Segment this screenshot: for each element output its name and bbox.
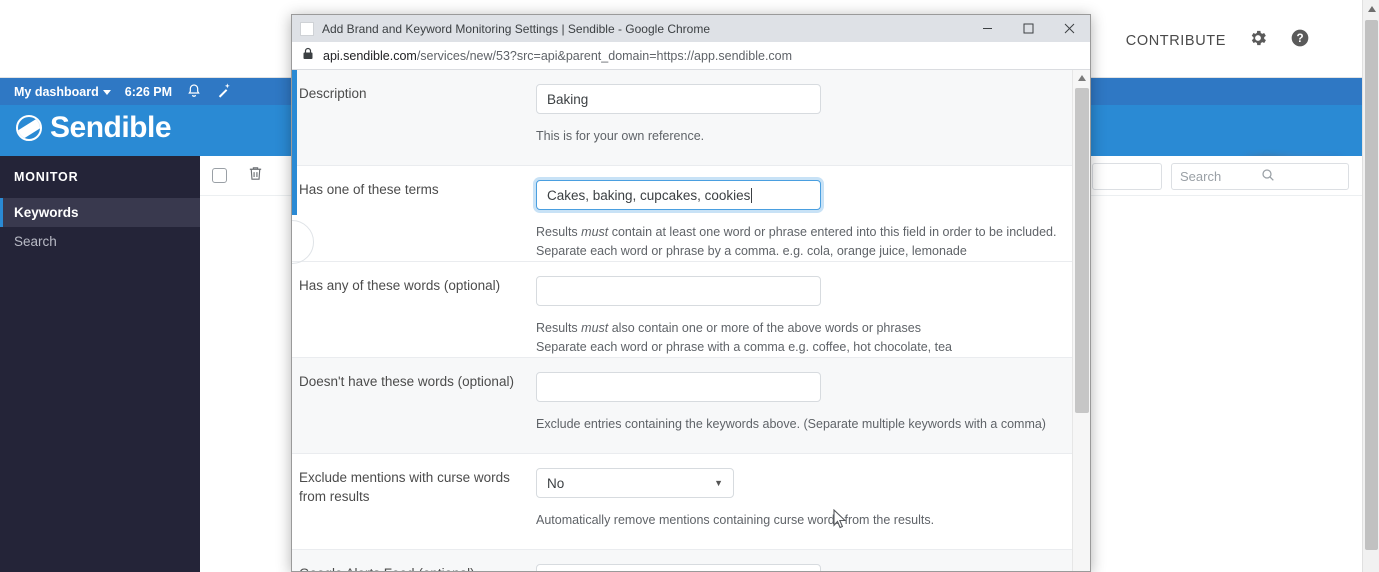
chrome-url-bar[interactable]: api.sendible.com/services/new/53?src=api… xyxy=(292,42,1090,70)
field-control-group: Exclude entries containing the keywords … xyxy=(536,372,1072,434)
url-text: api.sendible.com/services/new/53?src=api… xyxy=(323,49,792,63)
help-line: Results must also contain one or more of… xyxy=(536,321,921,335)
input-value: Baking xyxy=(547,91,589,107)
chevron-down-icon xyxy=(102,90,111,96)
form-row: Exclude mentions with curse words from r… xyxy=(292,454,1072,550)
search-input-placeholder: Search xyxy=(1180,169,1222,184)
field-control-group: Cakes, baking, cupcakes, cookies Results… xyxy=(536,180,1072,261)
sidebar-item-label: Keywords xyxy=(14,205,79,220)
help-circle-icon[interactable]: ? xyxy=(1290,28,1310,53)
form-row: Has any of these words (optional) Result… xyxy=(292,262,1072,358)
mouse-cursor xyxy=(833,508,847,534)
field-help-text: Exclude entries containing the keywords … xyxy=(536,417,1046,431)
exclude-curse-words-select[interactable]: No ▼ xyxy=(536,468,734,498)
gear-icon[interactable] xyxy=(1248,28,1268,53)
form-row: Google Alerts Feed (optional) Enhance yo… xyxy=(292,550,1072,571)
scroll-up-arrow-icon[interactable] xyxy=(1073,70,1090,86)
magic-wand-icon[interactable] xyxy=(216,82,233,102)
form-row: Doesn't have these words (optional) Excl… xyxy=(292,358,1072,454)
url-domain: api.sendible.com xyxy=(323,48,417,63)
has-any-of-these-words-input[interactable] xyxy=(536,276,821,306)
field-help-text: Results must contain at least one word o… xyxy=(536,223,1072,261)
clock-label: 6:26 PM xyxy=(124,85,172,99)
my-dashboard-label: My dashboard xyxy=(14,85,99,99)
field-control-group: Baking This is for your own reference. xyxy=(536,84,1072,146)
field-control-group: No ▼ Automatically remove mentions conta… xyxy=(536,468,1072,530)
sidebar-item-label: Search xyxy=(14,234,57,249)
form-row: Description Baking This is for your own … xyxy=(292,70,1072,166)
page-scrollbar-thumb[interactable] xyxy=(1365,20,1378,550)
minimize-button[interactable] xyxy=(967,15,1008,42)
field-label: Exclude mentions with curse words from r… xyxy=(299,470,510,504)
window-title: Add Brand and Keyword Monitoring Setting… xyxy=(322,21,711,36)
url-path: /services/new/53?src=api&parent_domain=h… xyxy=(416,48,793,63)
maximize-button[interactable] xyxy=(1008,15,1049,42)
svg-text:?: ? xyxy=(1296,32,1303,45)
field-control-group: Results must also contain one or more of… xyxy=(536,276,1072,357)
search-icon xyxy=(1260,167,1340,186)
app-sidebar: MONITOR Keywords Search xyxy=(0,156,200,572)
trash-icon[interactable] xyxy=(247,164,264,188)
sidebar-item-keywords[interactable]: Keywords xyxy=(0,198,200,227)
field-help-text: Automatically remove mentions containing… xyxy=(536,513,935,527)
chrome-page-viewport: Description Baking This is for your own … xyxy=(292,70,1090,571)
my-dashboard-dropdown[interactable]: My dashboard xyxy=(14,85,111,99)
sidebar-item-search[interactable]: Search xyxy=(0,227,200,256)
field-help-text: This is for your own reference. xyxy=(536,129,705,143)
mini-nav: My dashboard 6:26 PM xyxy=(14,82,233,102)
description-input[interactable]: Baking xyxy=(536,84,821,114)
help-line: Separate each word or phrase by a comma.… xyxy=(536,244,967,258)
field-control-group: Enhance your results by adding Google al… xyxy=(536,564,1072,571)
input-value: Cakes, baking, cupcakes, cookies xyxy=(547,187,751,203)
text-caret xyxy=(751,187,753,203)
chrome-title-bar[interactable]: Add Brand and Keyword Monitoring Setting… xyxy=(292,15,1090,42)
has-one-of-these-terms-input[interactable]: Cakes, baking, cupcakes, cookies xyxy=(536,180,821,210)
sendible-logo-text: Sendible xyxy=(50,111,172,144)
window-controls xyxy=(967,15,1090,42)
settings-form: Description Baking This is for your own … xyxy=(292,70,1072,571)
sendible-logo-icon xyxy=(16,115,42,141)
lock-icon xyxy=(302,47,314,65)
content-search-box[interactable]: Search xyxy=(1171,163,1349,190)
field-label: Has any of these words (optional) xyxy=(299,278,501,293)
chevron-down-icon: ▼ xyxy=(714,478,723,488)
doesnt-have-these-words-input[interactable] xyxy=(536,372,821,402)
help-line-rest: also contain one or more of the above wo… xyxy=(611,321,921,335)
sidebar-heading-monitor: MONITOR xyxy=(14,170,79,184)
field-label: Has one of these terms xyxy=(299,182,439,197)
top-bar-right-actions: CONTRIBUTE ? xyxy=(1126,28,1310,53)
select-all-checkbox[interactable] xyxy=(212,168,227,183)
bell-icon[interactable] xyxy=(186,83,202,102)
filter-box[interactable] xyxy=(1092,163,1162,190)
contribute-link[interactable]: CONTRIBUTE xyxy=(1126,33,1226,49)
help-line: Results must contain at least one word o… xyxy=(536,225,1057,239)
field-label: Google Alerts Feed (optional) xyxy=(299,564,536,571)
field-help-text: Results must also contain one or more of… xyxy=(536,319,1072,357)
select-value: No xyxy=(547,475,565,491)
field-label: Description xyxy=(299,86,367,101)
form-row: Has one of these terms Cakes, baking, cu… xyxy=(292,166,1072,262)
dialog-scrollbar[interactable] xyxy=(1072,70,1090,571)
help-line-rest: contain at least one word or phrase ente… xyxy=(611,225,1057,239)
page-scrollbar[interactable] xyxy=(1362,0,1379,572)
close-button[interactable] xyxy=(1049,15,1090,42)
chrome-popup-window: Add Brand and Keyword Monitoring Setting… xyxy=(291,14,1091,572)
blank-favicon-icon xyxy=(300,21,314,36)
sendible-logo[interactable]: Sendible xyxy=(16,111,172,145)
help-line: Separate each word or phrase with a comm… xyxy=(536,340,952,354)
dialog-scrollbar-thumb[interactable] xyxy=(1075,88,1089,413)
page-left-accent-bar xyxy=(292,70,297,215)
scroll-up-arrow-icon[interactable] xyxy=(1363,0,1379,17)
google-alerts-feed-input[interactable] xyxy=(536,564,821,571)
field-label: Doesn't have these words (optional) xyxy=(299,374,514,389)
